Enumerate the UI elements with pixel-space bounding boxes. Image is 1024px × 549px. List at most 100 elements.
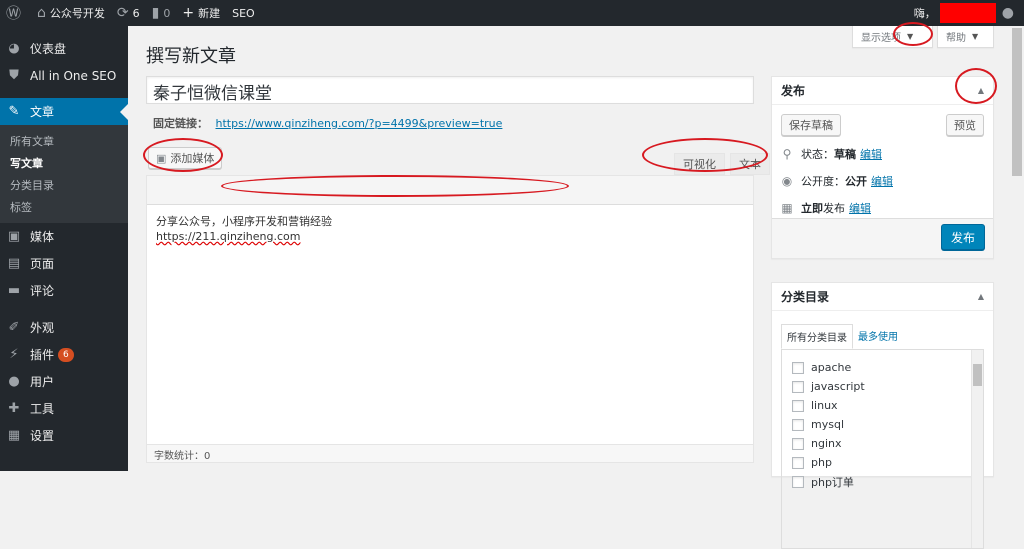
category-item[interactable]: php订单 — [792, 472, 983, 491]
category-checkbox[interactable] — [792, 361, 804, 374]
content-line: 分享公众号，小程序开发和营销经验 — [156, 215, 332, 228]
save-draft-button[interactable]: 保存草稿 — [781, 114, 841, 136]
seo-link[interactable]: SEO — [226, 0, 261, 26]
category-checklist: apache javascript linux mysql nginx php … — [781, 349, 984, 549]
collapse-arrow-icon[interactable]: ▲ — [978, 292, 984, 301]
calendar-icon: ▦ — [781, 200, 793, 215]
categories-box-title: 分类目录 — [781, 290, 830, 304]
wrench-icon: ✚ — [8, 401, 20, 416]
category-item[interactable]: mysql — [792, 415, 983, 434]
page-title: 撰写新文章 — [146, 46, 236, 67]
user-avatar-icon: ● — [1001, 5, 1014, 21]
permalink-url[interactable]: https://www.qinziheng.com/?p=4499&previe… — [216, 117, 503, 130]
category-checkbox[interactable] — [792, 380, 804, 393]
sidebar-item-dashboard[interactable]: ◕ 仪表盘 — [0, 35, 128, 62]
help-button[interactable]: 帮助 ▼ — [937, 26, 994, 48]
category-scroll-thumb[interactable] — [973, 364, 982, 386]
category-item[interactable]: javascript — [792, 377, 983, 396]
category-label: linux — [811, 399, 838, 412]
sidebar-item-appearance[interactable]: ✐ 外观 — [0, 314, 128, 341]
sidebar-item-tools[interactable]: ✚ 工具 — [0, 395, 128, 422]
word-count: 字数统计：0 — [147, 444, 753, 462]
updates-count: 6 — [132, 6, 140, 20]
updates-link[interactable]: ⟳ 6 — [111, 0, 146, 26]
status-value: 草稿 — [834, 147, 856, 161]
page-scroll-thumb[interactable] — [1012, 28, 1022, 176]
permalink: 固定链接： https://www.qinziheng.com/?p=4499&… — [153, 115, 502, 131]
page-scrollbar[interactable] — [1010, 26, 1024, 471]
sidebar-item-seo[interactable]: ⛊ All in One SEO — [0, 62, 128, 89]
sidebar-item-comments[interactable]: ▬ 评论 — [0, 277, 128, 304]
categories-box-header[interactable]: 分类目录 ▲ — [772, 283, 993, 311]
publish-button[interactable]: 发布 — [940, 224, 985, 250]
category-checkbox[interactable] — [792, 475, 804, 488]
submenu-all-posts[interactable]: 所有文章 — [0, 129, 128, 151]
site-name: 公众号开发 — [49, 7, 105, 20]
comment-icon: ▬ — [7, 283, 21, 298]
content-url: https://211.qinziheng.com — [156, 230, 301, 243]
visibility-row: ◉ 公开度： 公开 编辑 — [772, 167, 993, 194]
sidebar-item-settings[interactable]: ▦ 设置 — [0, 422, 128, 449]
category-label: apache — [811, 361, 852, 374]
redacted-username — [939, 3, 996, 23]
account-menu[interactable]: 嗨， ● — [914, 0, 1024, 26]
editor-content-area[interactable]: 分享公众号，小程序开发和营销经验 https://211.qinziheng.c… — [147, 205, 753, 253]
post-title-input[interactable]: 秦子恒微信课堂 — [146, 76, 754, 104]
category-label: php — [811, 456, 832, 469]
settings-icon: ▦ — [7, 428, 21, 443]
permalink-label: 固定链接： — [153, 117, 208, 130]
schedule-immediately: 立即 — [801, 201, 823, 215]
sidebar-item-pages[interactable]: ▤ 页面 — [0, 250, 128, 277]
category-label: php订单 — [811, 475, 854, 489]
sidebar-item-label: 工具 — [30, 402, 55, 416]
user-icon: ● — [8, 374, 20, 389]
category-item[interactable]: linux — [792, 396, 983, 415]
submenu-tags[interactable]: 标签 — [0, 195, 128, 217]
sidebar-item-label: 仪表盘 — [30, 42, 67, 56]
sidebar-item-label: 外观 — [30, 321, 55, 335]
annotation-oval-collapse — [955, 68, 997, 104]
tab-all-categories[interactable]: 所有分类目录 — [781, 324, 853, 349]
category-item[interactable]: php — [792, 453, 983, 472]
comments-link[interactable]: ▮ 0 — [146, 0, 177, 26]
publish-box: 发布 ▲ 保存草稿 预览 ⚲ 状态： 草稿 编辑 ◉ 公开度： 公开 编辑 ▦ … — [771, 76, 994, 259]
category-item[interactable]: nginx — [792, 434, 983, 453]
category-label: javascript — [811, 380, 865, 393]
sidebar-item-posts[interactable]: ✎ 文章 — [0, 98, 128, 125]
sidebar-item-label: 设置 — [30, 429, 55, 443]
category-checkbox[interactable] — [792, 418, 804, 431]
sidebar-item-users[interactable]: ● 用户 — [0, 368, 128, 395]
wordpress-logo-button[interactable]: Ⓦ — [0, 0, 31, 26]
tab-most-used[interactable]: 最多使用 — [853, 324, 903, 349]
edit-status-link[interactable]: 编辑 — [860, 146, 882, 162]
admin-sidebar: ◕ 仪表盘 ⛊ All in One SEO ✎ 文章 所有文章 写文章 分类目录 标… — [0, 26, 128, 471]
sidebar-item-media[interactable]: ▣ 媒体 — [0, 223, 128, 250]
dashboard-icon: ◕ — [8, 41, 20, 56]
seo-label: SEO — [232, 6, 255, 20]
new-content-link[interactable]: + 新建 — [176, 0, 226, 26]
category-checkbox[interactable] — [792, 456, 804, 469]
sidebar-item-plugins[interactable]: ⚡ 插件 6 — [0, 341, 128, 368]
dropdown-arrow-icon: ▼ — [972, 32, 979, 41]
submenu-new-post[interactable]: 写文章 — [0, 151, 128, 173]
greeting: 嗨， — [913, 7, 936, 20]
category-item[interactable]: apache — [792, 358, 983, 377]
edit-visibility-link[interactable]: 编辑 — [871, 173, 893, 189]
submenu-categories[interactable]: 分类目录 — [0, 173, 128, 195]
category-checkbox[interactable] — [792, 399, 804, 412]
schedule-label: 发布 — [823, 201, 845, 215]
annotation-oval-add-media — [143, 138, 223, 172]
plugin-update-badge: 6 — [58, 347, 74, 362]
preview-button[interactable]: 预览 — [946, 114, 984, 136]
category-checkbox[interactable] — [792, 437, 804, 450]
pin-status-icon: ⚲ — [782, 146, 792, 161]
plus-icon: + — [182, 5, 195, 21]
edit-schedule-link[interactable]: 编辑 — [849, 200, 871, 216]
sidebar-item-label: 用户 — [30, 375, 55, 389]
comments-count: 0 — [163, 6, 171, 20]
site-name-link[interactable]: ⌂ 公众号开发 — [31, 0, 111, 26]
status-label: 状态： — [801, 147, 834, 161]
category-scrollbar[interactable] — [971, 350, 983, 548]
brush-icon: ✐ — [8, 320, 20, 335]
category-tabs: 所有分类目录 最多使用 — [781, 324, 993, 349]
